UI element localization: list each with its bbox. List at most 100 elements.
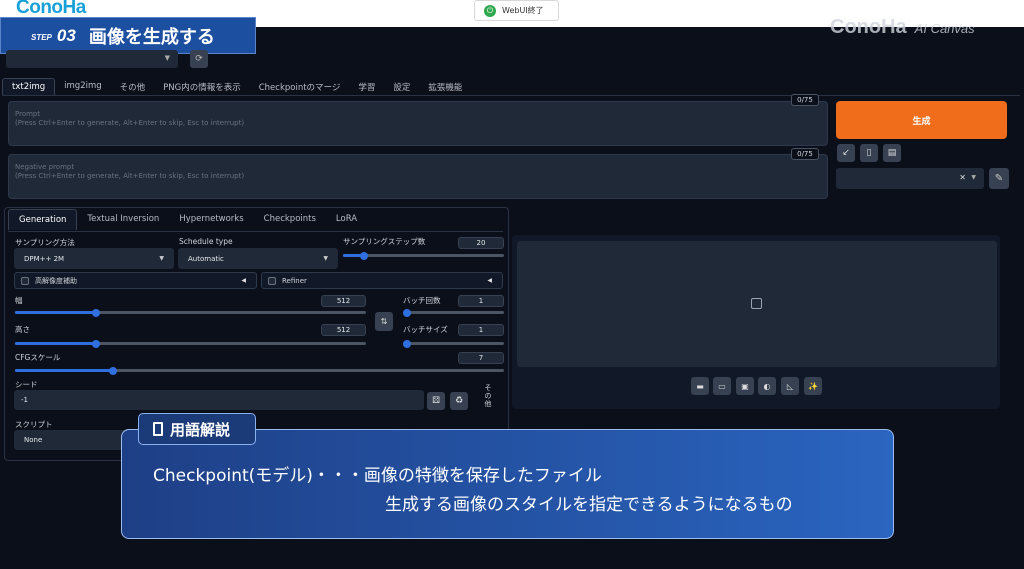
- tab-img2img[interactable]: img2img: [55, 78, 110, 95]
- chevron-down-icon: ▼: [159, 255, 164, 262]
- webui-exit-label: WebUI終了: [502, 6, 544, 15]
- clipboard-icon: ▤: [887, 148, 897, 158]
- trash-icon: ▯: [866, 148, 872, 158]
- prompt-token-counter: 0/75: [791, 94, 819, 106]
- brand-name: ConoHa: [830, 16, 907, 38]
- schedule-type-select[interactable]: Automatic ▼: [178, 248, 338, 269]
- edit-styles-button[interactable]: ✎: [989, 168, 1009, 189]
- generation-subtabs: Generation Textual Inversion Hypernetwor…: [8, 209, 367, 230]
- power-icon: ⏻: [484, 4, 496, 17]
- clear-icon[interactable]: ✕: [959, 173, 966, 182]
- upscale-button[interactable]: ✨: [804, 377, 822, 395]
- sampling-steps-slider[interactable]: [343, 251, 504, 260]
- webui-exit-button[interactable]: ⏻ WebUI終了: [474, 0, 559, 21]
- height-label: 高さ: [15, 325, 30, 334]
- tab-divider: [2, 95, 1020, 96]
- sampling-steps-value[interactable]: 20: [458, 237, 504, 249]
- subtab-checkpoints[interactable]: Checkpoints: [254, 209, 326, 230]
- negative-prompt-input[interactable]: Negative prompt (Press Ctrl+Enter to gen…: [8, 154, 828, 199]
- palette-icon: ◐: [763, 381, 771, 391]
- chevron-down-icon: ▼: [323, 255, 328, 262]
- subtab-hypernetworks[interactable]: Hypernetworks: [169, 209, 253, 230]
- tab-train[interactable]: 学習: [349, 78, 384, 95]
- dice-icon: ⚄: [432, 396, 440, 406]
- negative-prompt-token-counter: 0/75: [791, 148, 819, 160]
- read-params-button[interactable]: ↙: [837, 144, 855, 162]
- step-banner: STEP 03 画像を生成する: [0, 17, 256, 54]
- cfg-scale-value[interactable]: 7: [458, 352, 504, 364]
- cfg-scale-slider[interactable]: [15, 366, 504, 375]
- ruler-triangle-icon: ◺: [786, 381, 794, 391]
- tab-extensions[interactable]: 拡張機能: [419, 78, 471, 95]
- hires-fix-checkbox[interactable]: [21, 276, 29, 285]
- caret-left-icon: ◀: [487, 277, 492, 284]
- tab-settings[interactable]: 設定: [384, 78, 419, 95]
- subtab-generation[interactable]: Generation: [8, 209, 78, 230]
- image-icon: [751, 298, 762, 309]
- checkpoint-select[interactable]: ▼: [6, 50, 178, 68]
- width-slider[interactable]: [15, 308, 366, 317]
- book-icon: [153, 422, 163, 436]
- step-prefix: STEP: [31, 32, 52, 42]
- send-to-inpaint-button[interactable]: ◐: [758, 377, 776, 395]
- extra-seed-label[interactable]: その他: [482, 384, 494, 408]
- open-folder-button[interactable]: ▬: [691, 377, 709, 395]
- styles-select[interactable]: ✕ ▼: [836, 168, 984, 189]
- batch-count-slider[interactable]: [403, 308, 504, 317]
- arrow-down-left-icon: ↙: [842, 148, 850, 158]
- subtab-lora[interactable]: LoRA: [326, 209, 367, 230]
- batch-size-slider[interactable]: [403, 339, 504, 348]
- send-to-extras-button[interactable]: ◺: [781, 377, 799, 395]
- brand-product: AI Canvas: [914, 21, 975, 36]
- subtab-textual-inversion[interactable]: Textual Inversion: [77, 209, 169, 230]
- tab-other[interactable]: その他: [111, 78, 155, 95]
- sampling-method-value: DPM++ 2M: [24, 254, 65, 263]
- step-title: 画像を生成する: [88, 26, 215, 48]
- sampling-method-label: サンプリング方法: [15, 238, 75, 247]
- script-value: None: [24, 436, 43, 444]
- tab-checkpoint-merge[interactable]: Checkpointのマージ: [250, 78, 350, 95]
- batch-count-label: バッチ回数: [403, 296, 441, 305]
- reuse-seed-button[interactable]: ♻: [450, 392, 468, 410]
- subtab-divider: [8, 231, 503, 232]
- negative-prompt-placeholder-hint: (Press Ctrl+Enter to generate, Alt+Enter…: [15, 172, 245, 180]
- folder-icon: ▬: [696, 381, 704, 391]
- batch-size-value[interactable]: 1: [458, 324, 504, 336]
- swap-arrows-icon: ⇅: [380, 317, 388, 326]
- picture-icon: ▣: [741, 381, 749, 391]
- clear-prompt-button[interactable]: ▯: [860, 144, 878, 162]
- chevron-down-icon: ▼: [164, 54, 170, 62]
- hires-fix-accordion[interactable]: 高解像度補助 ◀: [14, 272, 257, 289]
- tab-txt2img[interactable]: txt2img: [2, 78, 56, 95]
- prompt-placeholder-hint: (Press Ctrl+Enter to generate, Alt+Enter…: [15, 119, 245, 127]
- width-label: 幅: [15, 296, 23, 305]
- hires-fix-label: 高解像度補助: [35, 276, 77, 285]
- pencil-icon: ✎: [994, 173, 1004, 184]
- swap-dimensions-button[interactable]: ⇅: [375, 312, 393, 331]
- refiner-accordion[interactable]: Refiner ◀: [261, 272, 503, 289]
- height-slider[interactable]: [15, 339, 366, 348]
- send-to-img2img-button[interactable]: ▣: [736, 377, 754, 395]
- generate-button[interactable]: 生成: [836, 101, 1007, 139]
- tab-png-info[interactable]: PNG内の情報を表示: [154, 78, 250, 95]
- negative-prompt-placeholder-title: Negative prompt: [15, 163, 75, 171]
- script-label: スクリプト: [15, 420, 53, 429]
- save-button[interactable]: ▭: [713, 377, 731, 395]
- batch-count-value[interactable]: 1: [458, 295, 504, 307]
- refresh-button[interactable]: ⟳: [190, 50, 208, 68]
- height-value[interactable]: 512: [321, 324, 366, 336]
- cfg-scale-label: CFGスケール: [15, 353, 61, 362]
- recycle-icon: ♻: [454, 396, 464, 406]
- glossary-line-2: 生成する画像のスタイルを指定できるようになるもの: [385, 495, 793, 515]
- prompt-input[interactable]: Prompt (Press Ctrl+Enter to generate, Al…: [8, 101, 828, 146]
- schedule-type-label: Schedule type: [179, 237, 233, 246]
- refiner-checkbox[interactable]: [268, 276, 276, 285]
- random-seed-button[interactable]: ⚄: [427, 392, 445, 410]
- sampling-method-select[interactable]: DPM++ 2M ▼: [14, 248, 174, 269]
- apply-style-button[interactable]: ▤: [883, 144, 901, 162]
- sampling-steps-label: サンプリングステップ数: [343, 237, 426, 246]
- brand-watermark: ConoHa AI Canvas: [830, 16, 975, 39]
- seed-input[interactable]: -1: [14, 390, 424, 410]
- width-value[interactable]: 512: [321, 295, 366, 307]
- step-number: 03: [56, 25, 76, 45]
